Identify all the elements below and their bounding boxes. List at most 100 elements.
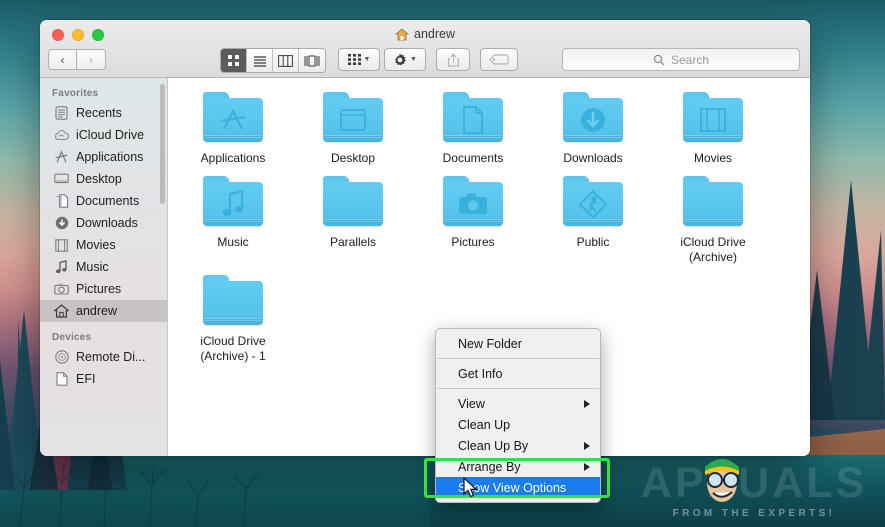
file-grid-row: Applications Desktop Documents Downloads…	[168, 92, 810, 176]
documents-icon	[54, 194, 69, 209]
sidebar-item-label: EFI	[76, 372, 96, 386]
search-field[interactable]: Search	[562, 48, 800, 71]
sidebar-item-label: Downloads	[76, 216, 138, 230]
sidebar-item-label: Music	[76, 260, 109, 274]
folder-icon	[321, 176, 385, 228]
menu-item-clean-up-by[interactable]: Clean Up By	[436, 435, 600, 456]
file-item-icloud-drive-archive[interactable]: iCloud Drive (Archive)	[658, 176, 768, 265]
file-item-parallels[interactable]: Parallels	[298, 176, 408, 265]
search-placeholder: Search	[670, 52, 710, 67]
file-item-music[interactable]: Music	[178, 176, 288, 265]
sidebar-item-label: Documents	[76, 194, 140, 208]
folder-icon	[441, 92, 505, 144]
column-view-button[interactable]	[273, 49, 299, 72]
home-icon	[54, 304, 69, 319]
sidebar-item-label: Pictures	[76, 282, 122, 296]
window-title-text: andrew	[414, 27, 455, 41]
tag-icon	[489, 54, 509, 65]
file-item-documents[interactable]: Documents	[418, 92, 528, 166]
watermark-brand: APPUALS	[640, 459, 868, 507]
folder-icon	[561, 92, 625, 144]
columns-icon	[278, 54, 293, 67]
menu-item-view[interactable]: View	[436, 393, 600, 414]
folder-icon	[201, 92, 265, 144]
finder-window: andrew ‹ › ▼ ▼ Search Favorites Recents …	[40, 20, 810, 456]
list-view-button[interactable]	[247, 49, 273, 72]
applications-icon	[54, 150, 69, 165]
sidebar-item-documents[interactable]: Documents	[40, 190, 167, 212]
file-item-public[interactable]: Public	[538, 176, 648, 265]
chevron-down-icon: ▼	[363, 56, 371, 63]
file-item-desktop[interactable]: Desktop	[298, 92, 408, 166]
file-item-label: Movies	[693, 151, 732, 165]
icon-view-button[interactable]	[221, 49, 247, 72]
sidebar-item-recents[interactable]: Recents	[40, 102, 167, 124]
menu-item-clean-up[interactable]: Clean Up	[436, 414, 600, 435]
camera-icon	[54, 282, 69, 297]
folder-icon	[561, 176, 625, 228]
folder-icon	[321, 92, 385, 144]
music-note-icon	[54, 260, 69, 275]
disc-icon	[54, 350, 69, 365]
window-title-bar: andrew	[40, 27, 810, 41]
submenu-arrow-icon	[584, 441, 590, 450]
sidebar-item-applications[interactable]: Applications	[40, 146, 167, 168]
list-icon	[253, 55, 266, 67]
arrange-by-button[interactable]: ▼	[338, 48, 380, 71]
applications-glyph-icon	[201, 98, 265, 142]
sidebar-item-pictures[interactable]: Pictures	[40, 278, 167, 300]
sidebar-item-andrew[interactable]: andrew	[40, 300, 167, 322]
file-grid-row: Music Parallels Pictures Public iCloud D…	[168, 176, 810, 275]
camera-glyph-icon	[441, 182, 505, 226]
view-mode-segmented-control	[220, 48, 326, 73]
file-item-applications[interactable]: Applications	[178, 92, 288, 166]
tags-button[interactable]	[480, 48, 518, 71]
file-item-label: Documents	[442, 151, 504, 165]
back-button[interactable]: ‹	[48, 49, 77, 70]
sidebar-item-downloads[interactable]: Downloads	[40, 212, 167, 234]
sidebar-item-label: Movies	[76, 238, 116, 252]
file-item-label: Parallels	[329, 235, 377, 249]
file-item-downloads[interactable]: Downloads	[538, 92, 648, 166]
sidebar-item-label: iCloud Drive	[76, 128, 145, 142]
sidebar-item-music[interactable]: Music	[40, 256, 167, 278]
menu-separator	[437, 358, 599, 359]
sidebar-item-label: Remote Di...	[76, 350, 146, 364]
sidebar-item-label: Recents	[76, 106, 122, 120]
file-item-movies[interactable]: Movies	[658, 92, 768, 166]
action-menu-button[interactable]: ▼	[384, 48, 426, 71]
menu-item-new-folder[interactable]: New Folder	[436, 333, 600, 354]
gallery-view-button[interactable]	[299, 49, 325, 72]
home-icon	[395, 27, 409, 40]
menu-item-label: Get Info	[458, 366, 503, 381]
file-item-icloud-drive-archive-1[interactable]: iCloud Drive (Archive) - 1	[178, 275, 288, 364]
watermark-tagline: FROM THE EXPERTS!	[672, 508, 836, 519]
sidebar-item-desktop[interactable]: Desktop	[40, 168, 167, 190]
downloads-icon	[54, 216, 69, 231]
file-item-pictures[interactable]: Pictures	[418, 176, 528, 265]
sidebar-header-favorites: Favorites	[52, 88, 99, 99]
mouse-cursor	[463, 476, 479, 499]
gear-icon	[394, 53, 406, 65]
sidebar: Favorites Recents iCloud Drive Applicati…	[40, 78, 168, 456]
folder-icon	[441, 176, 505, 228]
sidebar-scrollbar[interactable]	[160, 84, 165, 204]
sidebar-item-movies[interactable]: Movies	[40, 234, 167, 256]
forward-button[interactable]: ›	[77, 49, 106, 70]
search-icon	[653, 54, 665, 65]
menu-item-label: View	[458, 396, 485, 411]
document-glyph-icon	[441, 98, 505, 142]
share-button[interactable]	[436, 48, 470, 71]
file-item-label: Pictures	[451, 235, 495, 249]
desktop-glyph-icon	[321, 98, 385, 142]
file-item-label: Music	[217, 235, 249, 249]
gallery-icon	[304, 55, 320, 66]
public-glyph-icon	[561, 182, 625, 226]
chevron-down-icon: ▼	[410, 56, 417, 63]
annotation-highlight-box	[424, 458, 610, 498]
drive-icon	[54, 372, 69, 387]
menu-item-get-info[interactable]: Get Info	[436, 363, 600, 384]
sidebar-item-icloud-drive[interactable]: iCloud Drive	[40, 124, 167, 146]
sidebar-item-remote-disc[interactable]: Remote Di...	[40, 346, 167, 368]
sidebar-item-efi[interactable]: EFI	[40, 368, 167, 390]
